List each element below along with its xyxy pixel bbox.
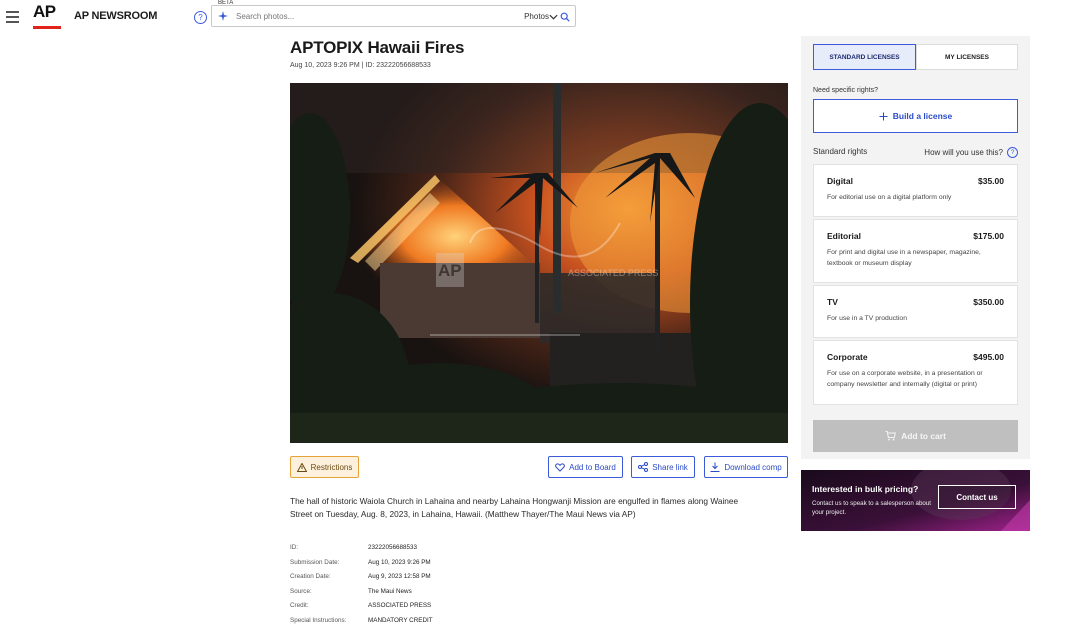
license-option-tv[interactable]: TV $350.00 For use in a TV production: [813, 285, 1018, 338]
license-name: Editorial: [827, 231, 861, 241]
bulk-pricing-title: Interested in bulk pricing?: [812, 484, 918, 494]
download-icon: [710, 462, 720, 472]
license-name: Digital: [827, 176, 853, 186]
restrictions-label: Restrictions: [311, 463, 353, 472]
add-to-board-label: Add to Board: [569, 463, 616, 472]
metadata-row: ID: 23222056688533: [290, 544, 433, 559]
standard-rights-label: Standard rights: [813, 147, 867, 156]
license-desc: For print and digital use in a newspaper…: [827, 247, 1004, 269]
heart-icon: [555, 463, 565, 472]
search-bar: Photos: [211, 5, 576, 27]
metadata-value: 23222056688533: [368, 544, 417, 559]
metadata-value: Aug 9, 2023 12:58 PM: [368, 573, 431, 588]
license-option-corporate[interactable]: Corporate $495.00 For use on a corporate…: [813, 340, 1018, 405]
restrictions-button[interactable]: Restrictions: [290, 456, 359, 478]
ap-logo[interactable]: AP: [33, 3, 61, 29]
metadata-value: ASSOCIATED PRESS: [368, 602, 431, 617]
license-option-digital[interactable]: Digital $35.00 For editorial use on a di…: [813, 164, 1018, 217]
hamburger-menu-icon[interactable]: [6, 11, 19, 23]
build-license-label: Build a license: [893, 111, 953, 121]
metadata-row: Creation Date: Aug 9, 2023 12:58 PM: [290, 573, 433, 588]
plus-icon: [879, 112, 888, 121]
bulk-pricing-banner: Interested in bulk pricing? Contact us t…: [801, 470, 1030, 531]
build-license-button[interactable]: Build a license: [813, 99, 1018, 133]
license-option-editorial[interactable]: Editorial $175.00 For print and digital …: [813, 219, 1018, 283]
how-will-you-use-label: How will you use this?: [924, 148, 1003, 157]
metadata-row: Special Instructions: MANDATORY CREDIT: [290, 617, 433, 631]
tab-my-licenses[interactable]: MY LICENSES: [916, 44, 1018, 70]
add-to-board-button[interactable]: Add to Board: [548, 456, 623, 478]
metadata-key: Source:: [290, 588, 368, 603]
metadata-key: Creation Date:: [290, 573, 368, 588]
cart-icon: [885, 431, 896, 441]
metadata-key: Credit:: [290, 602, 368, 617]
license-name: Corporate: [827, 352, 868, 362]
metadata-value: Aug 10, 2023 9:26 PM: [368, 559, 431, 574]
brand-name[interactable]: AP NEWSROOM: [74, 10, 157, 22]
metadata-key: ID:: [290, 544, 368, 559]
tab-standard-licenses[interactable]: STANDARD LICENSES: [813, 44, 916, 70]
bulk-pricing-desc: Contact us to speak to a salesperson abo…: [812, 500, 937, 517]
metadata-key: Special Instructions:: [290, 617, 368, 631]
svg-text:ASSOCIATED PRESS: ASSOCIATED PRESS: [568, 268, 658, 278]
metadata-row: Source: The Maui News: [290, 588, 433, 603]
ap-logo-text: AP: [33, 3, 61, 21]
photo-caption: The hall of historic Waiola Church in La…: [290, 495, 760, 521]
metadata-value: MANDATORY CREDIT: [368, 617, 433, 631]
search-icon[interactable]: [560, 12, 570, 22]
help-icon[interactable]: ?: [1007, 147, 1018, 158]
page-title: APTOPIX Hawaii Fires: [290, 38, 464, 58]
share-icon: [638, 462, 648, 472]
chevron-down-icon[interactable]: [549, 11, 558, 23]
metadata-row: Credit: ASSOCIATED PRESS: [290, 602, 433, 617]
license-price: $175.00: [973, 231, 1004, 241]
metadata-value: The Maui News: [368, 588, 412, 603]
download-comp-label: Download comp: [724, 463, 781, 472]
search-input[interactable]: [236, 9, 496, 23]
ap-logo-underline: [33, 26, 61, 29]
need-specific-rights-label: Need specific rights?: [813, 87, 878, 94]
photo-preview[interactable]: AP ASSOCIATED PRESS: [290, 83, 788, 443]
license-desc: For use in a TV production: [827, 313, 1004, 324]
add-to-cart-button[interactable]: Add to cart: [813, 420, 1018, 452]
share-link-button[interactable]: Share link: [631, 456, 695, 478]
license-price: $35.00: [978, 176, 1004, 186]
fire-photo-image: AP ASSOCIATED PRESS: [290, 83, 788, 443]
license-desc: For use on a corporate website, in a pre…: [827, 368, 1004, 390]
metadata-row: Submission Date: Aug 10, 2023 9:26 PM: [290, 559, 433, 574]
download-comp-button[interactable]: Download comp: [704, 456, 788, 478]
svg-text:AP: AP: [438, 261, 462, 280]
metadata-key: Submission Date:: [290, 559, 368, 574]
help-icon[interactable]: ?: [194, 11, 207, 24]
how-will-you-use-link[interactable]: How will you use this? ?: [924, 147, 1018, 158]
sparkle-icon: [218, 11, 228, 21]
add-to-cart-label: Add to cart: [901, 431, 946, 441]
license-desc: For editorial use on a digital platform …: [827, 192, 1004, 203]
contact-us-button[interactable]: Contact us: [938, 485, 1016, 509]
warning-icon: [297, 463, 307, 472]
photo-date-id: Aug 10, 2023 9:26 PM | ID: 2322205668853…: [290, 62, 431, 69]
license-name: TV: [827, 297, 838, 307]
search-type-select[interactable]: Photos: [524, 12, 549, 21]
share-link-label: Share link: [652, 463, 688, 472]
license-panel: STANDARD LICENSES MY LICENSES Need speci…: [801, 36, 1030, 459]
license-price: $350.00: [973, 297, 1004, 307]
metadata-list: ID: 23222056688533 Submission Date: Aug …: [290, 544, 433, 631]
license-price: $495.00: [973, 352, 1004, 362]
